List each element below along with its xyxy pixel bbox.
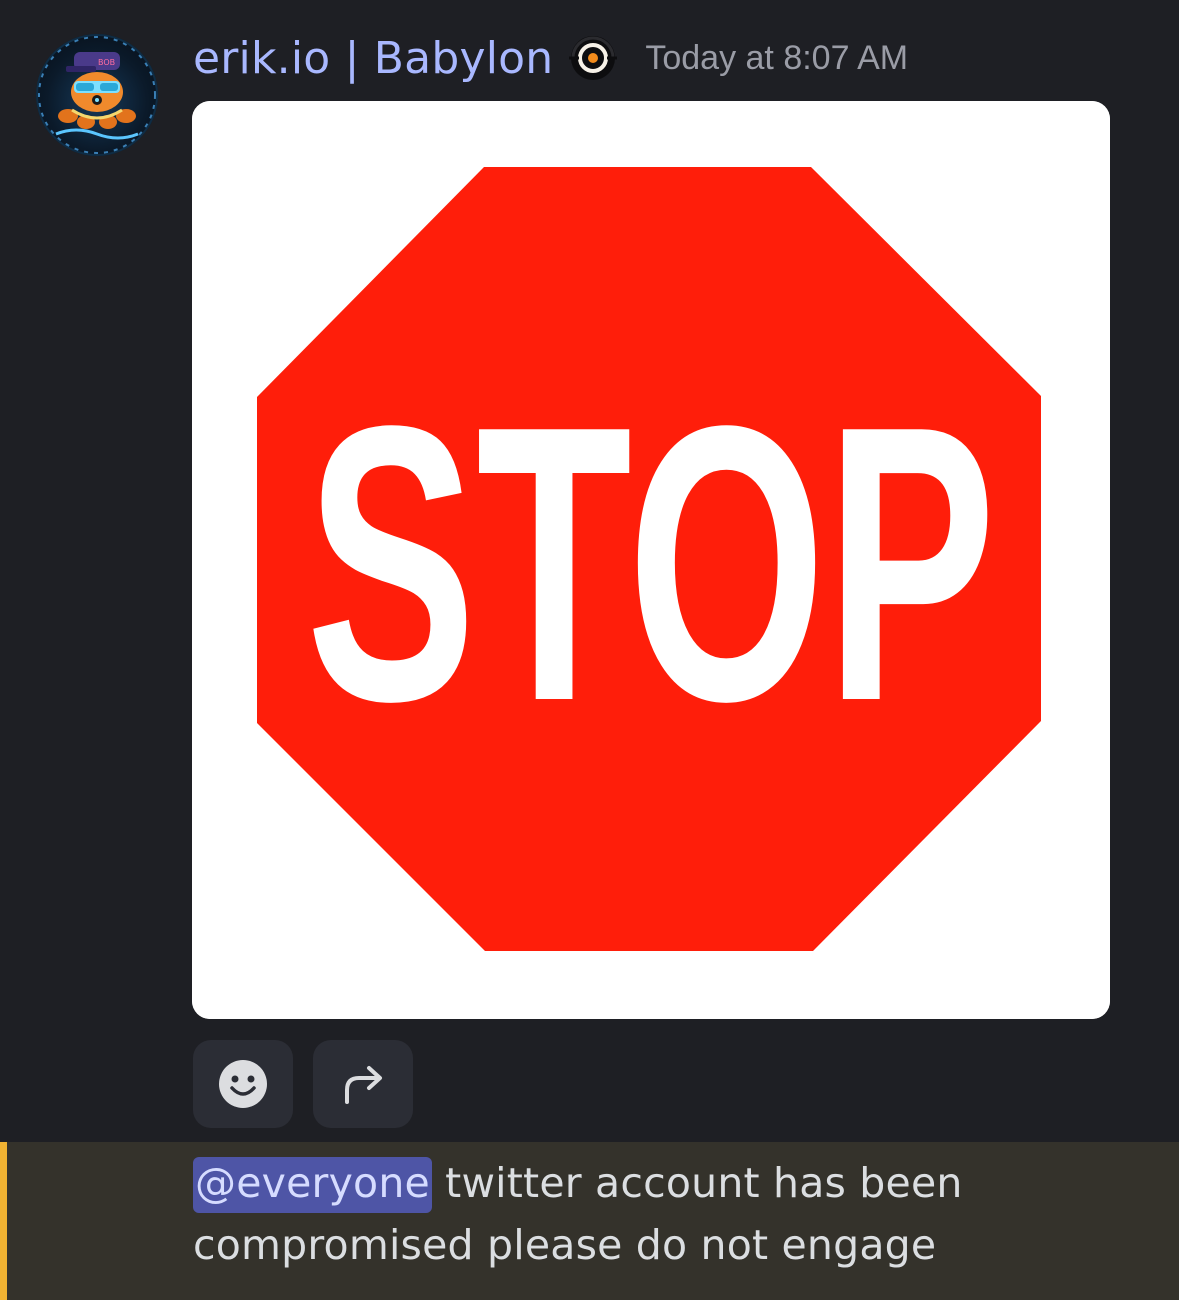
pixel-octopus-avatar-icon: BOB	[38, 36, 156, 154]
everyone-mention[interactable]: @everyone	[193, 1157, 432, 1213]
mention-accent-stripe	[0, 1142, 7, 1300]
message-timestamp[interactable]: Today at 8:07 AM	[645, 39, 908, 78]
image-attachment[interactable]: STOP	[192, 101, 1110, 1019]
author-name[interactable]: erik.io | Babylon	[193, 33, 553, 84]
forward-arrow-icon	[345, 1066, 382, 1104]
babylon-server-tag-icon[interactable]	[567, 32, 619, 84]
stop-sign-text: STOP	[306, 345, 996, 783]
add-reaction-button[interactable]	[193, 1040, 293, 1128]
stop-sign-image: STOP	[192, 101, 1110, 1019]
message-view: BOB erik.io | Babylon Today at 8:07 AM S…	[0, 0, 1179, 1300]
message-content: @everyone twitter account has been compr…	[193, 1152, 1093, 1276]
message-header: erik.io | Babylon Today at 8:07 AM	[193, 28, 908, 88]
svg-text:BOB: BOB	[98, 58, 115, 67]
mention-highlight-bar: @everyone twitter account has been compr…	[0, 1142, 1179, 1300]
forward-button[interactable]	[313, 1040, 413, 1128]
author-avatar[interactable]: BOB	[36, 34, 158, 156]
smiley-face-icon	[219, 1060, 267, 1108]
